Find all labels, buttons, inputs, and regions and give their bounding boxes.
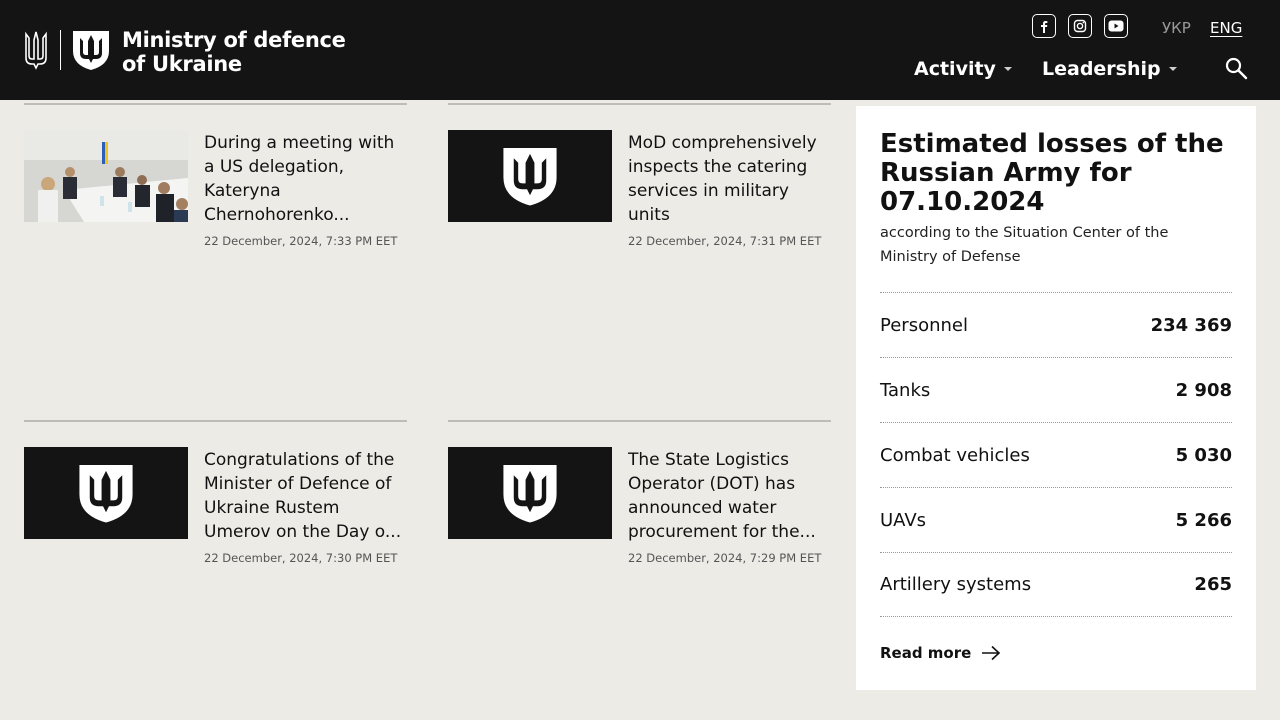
loss-value: 265 [1194,574,1232,595]
news-thumbnail[interactable] [24,447,188,539]
news-card[interactable]: Congratulations of the Minister of Defen… [24,447,407,587]
loss-value: 5 266 [1175,509,1232,531]
loss-label: Tanks [880,379,931,401]
news-title[interactable]: MoD comprehensively inspects the caterin… [628,131,831,227]
news-thumbnail[interactable] [448,447,612,539]
news-title[interactable]: Congratulations of the Minister of Defen… [204,448,407,544]
language-eng[interactable]: ENG [1210,19,1242,37]
news-card[interactable]: During a meeting with a US delegation, K… [24,130,407,270]
chevron-down-icon [1003,67,1012,71]
read-more-link[interactable]: Read more [880,644,1001,662]
loss-value: 2 908 [1175,379,1232,401]
news-date: 22 December, 2024, 7:29 PM EET [628,551,822,565]
language-ukr[interactable]: УКР [1162,19,1191,37]
news-divider [24,420,407,422]
news-divider [448,420,831,422]
site-logo-text[interactable]: Ministry of defence of Ukraine [122,28,346,76]
loss-label: Artillery systems [880,574,1032,595]
loss-value: 234 369 [1150,314,1232,336]
news-title[interactable]: The State Logistics Operator (DOT) has a… [628,448,831,544]
news-divider [24,103,407,105]
news-date: 22 December, 2024, 7:33 PM EET [204,234,398,248]
news-divider [448,103,831,105]
arrow-right-icon [982,645,1001,661]
logo-line-1: Ministry of defence [122,28,346,52]
search-icon[interactable] [1224,56,1248,80]
news-date: 22 December, 2024, 7:31 PM EET [628,234,822,248]
logo-line-2: of Ukraine [122,52,242,76]
loss-value: 5 030 [1175,444,1232,466]
loss-row-combat-vehicles: Combat vehicles 5 030 [880,422,1232,487]
site-header: Ministry of defence of Ukraine УКР ENG A… [0,0,1280,100]
news-card[interactable]: The State Logistics Operator (DOT) has a… [448,447,831,587]
loss-row-tanks: Tanks 2 908 [880,357,1232,422]
facebook-icon[interactable] [1032,14,1056,38]
nav-leadership[interactable]: Leadership [1042,58,1177,80]
nav-activity-label: Activity [914,58,996,80]
nav-activity[interactable]: Activity [914,58,1012,80]
instagram-icon[interactable] [1068,14,1092,38]
news-thumbnail[interactable] [448,130,612,222]
loss-label: Personnel [880,314,968,336]
loss-row-artillery: Artillery systems 265 [880,552,1232,617]
loss-label: UAVs [880,509,927,531]
logo-divider [60,30,61,70]
mod-shield-icon [79,464,133,523]
loss-label: Combat vehicles [880,444,1030,466]
loss-row-uavs: UAVs 5 266 [880,487,1232,552]
news-date: 22 December, 2024, 7:30 PM EET [204,551,398,565]
losses-panel: Estimated losses of the Russian Army for… [856,106,1256,690]
trident-icon[interactable] [24,30,48,70]
youtube-icon[interactable] [1104,14,1128,38]
mod-shield-icon [503,464,557,523]
news-photo[interactable] [24,130,188,222]
news-card[interactable]: MoD comprehensively inspects the caterin… [448,130,831,270]
chevron-down-icon [1168,67,1177,71]
mod-shield-icon [503,147,557,206]
loss-row-personnel: Personnel 234 369 [880,292,1232,357]
losses-subtitle: according to the Situation Center of the… [880,225,1169,265]
mod-shield-icon[interactable] [73,29,109,71]
news-title[interactable]: During a meeting with a US delegation, K… [204,131,407,227]
losses-title: Estimated losses of the Russian Army for… [880,129,1224,217]
read-more-label: Read more [880,644,972,662]
nav-leadership-label: Leadership [1042,58,1161,80]
